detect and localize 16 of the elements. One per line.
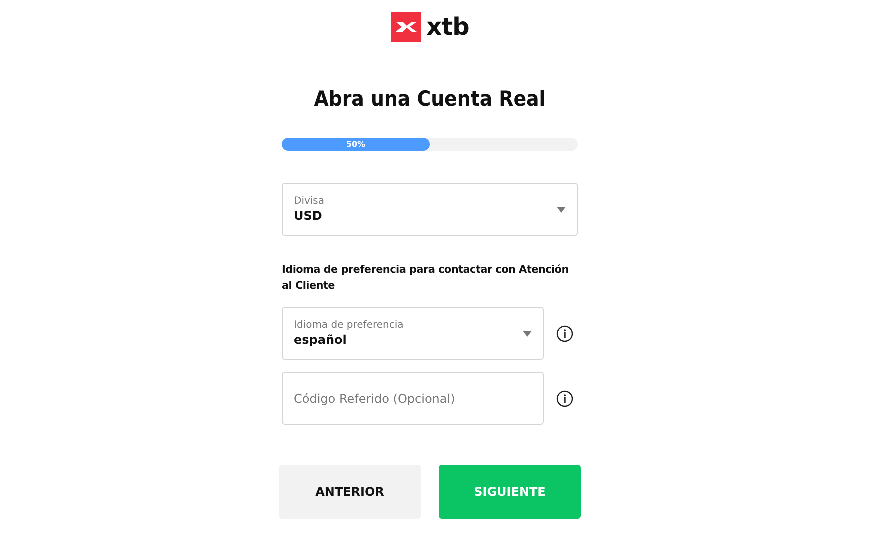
field-label: Divisa [294, 196, 326, 207]
select-field[interactable]: Divisa USD [282, 183, 578, 236]
back-button[interactable]: ANTERIOR [279, 465, 421, 519]
info-icon[interactable] [556, 390, 574, 408]
input-field[interactable]: Código Referido (Opcional) [282, 372, 544, 425]
caret-icon [523, 330, 532, 336]
progress-reading: 50% [346, 139, 366, 151]
page-title: Abra una Cuenta Real [314, 86, 546, 112]
select-field[interactable]: Idioma de preferencia español [282, 307, 544, 360]
field-value: español [294, 333, 348, 347]
logo-text: xtb [426, 12, 470, 42]
info-icon[interactable] [556, 324, 574, 342]
section-heading: Idioma de preferencia para contactar con Atención al Cliente [282, 263, 570, 294]
caret-icon [557, 206, 566, 212]
field-value: USD [294, 209, 324, 223]
field-label: Idioma de preferencia [294, 320, 405, 331]
